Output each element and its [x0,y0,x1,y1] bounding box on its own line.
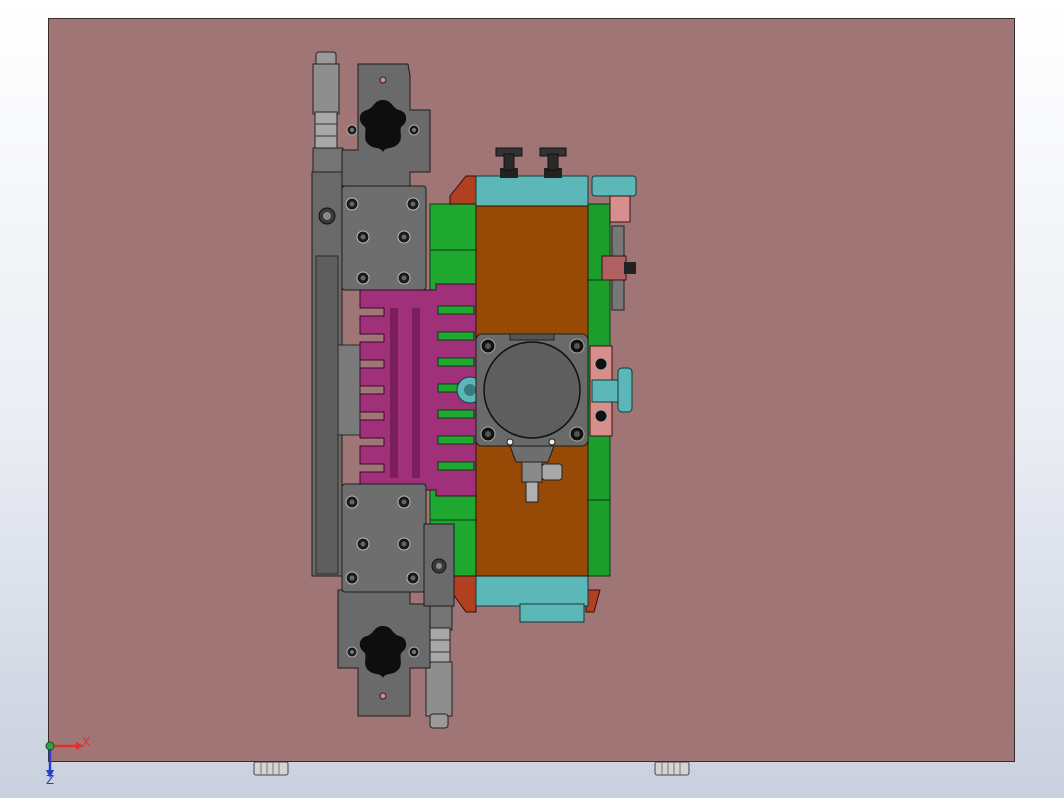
mount-block-top[interactable] [341,185,427,291]
clamp-arm-top[interactable] [341,63,431,187]
teal-end-block-bottom[interactable] [475,575,589,623]
z-axis-label: Z [46,773,54,786]
clamp-arm-bottom[interactable] [337,589,431,717]
side-shaft-assembly[interactable] [589,345,633,437]
coordinate-triad-icon: X Z [45,735,90,786]
pneumatic-cylinder-top[interactable] [312,51,344,173]
fixture-assembly[interactable] [0,0,1064,798]
teal-end-block-top[interactable] [475,147,589,207]
x-axis-label: X [82,735,90,749]
cad-viewport[interactable]: X Z [0,0,1064,798]
